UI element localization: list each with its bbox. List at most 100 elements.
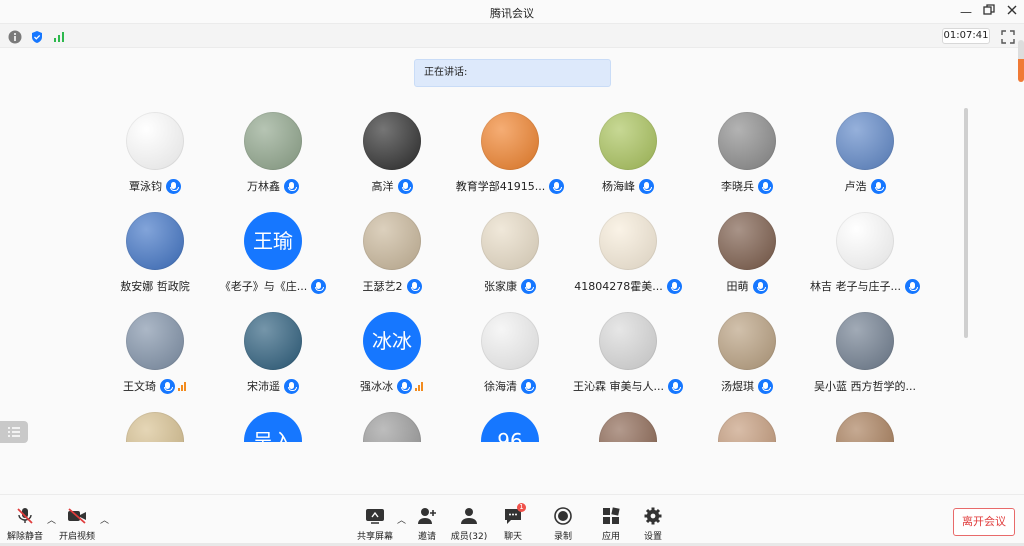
fullscreen-icon[interactable] <box>1001 29 1015 44</box>
participant-tile[interactable]: 万林鑫 <box>214 112 332 212</box>
participant-avatar <box>363 212 421 270</box>
mic-icon <box>397 378 412 394</box>
participant-avatar <box>836 412 894 442</box>
mic-icon <box>166 178 181 194</box>
mic-icon <box>549 178 565 194</box>
window-scrollbar[interactable] <box>1016 40 1024 82</box>
participant-avatar <box>126 312 184 370</box>
participant-avatar <box>126 412 184 442</box>
participant-name: 李晓兵 <box>721 180 754 193</box>
security-shield-icon[interactable] <box>30 29 44 43</box>
network-signal-icon[interactable] <box>52 29 66 43</box>
participant-name: 田萌 <box>726 280 749 293</box>
participant-tile[interactable] <box>806 412 924 442</box>
mic-icon <box>666 278 682 294</box>
participant-label: 教育学部41915... <box>451 178 569 194</box>
minimize-icon[interactable]: — <box>958 4 974 20</box>
participant-label: 李晓兵 <box>688 178 806 194</box>
participant-name: 王文琦 <box>123 380 156 393</box>
participant-label: 《老子》与《庄... <box>214 278 332 294</box>
layout-list-button[interactable] <box>0 421 28 443</box>
mic-icon <box>406 278 422 294</box>
participant-tile[interactable]: 李晓兵 <box>688 112 806 212</box>
muted-mic-icon <box>17 508 33 524</box>
mic-icon <box>905 278 920 294</box>
participant-tile[interactable]: 高洋 <box>333 112 451 212</box>
participant-name: 汤煜琪 <box>721 380 754 393</box>
status-bar: 01:07:41 <box>0 24 1024 48</box>
participant-tile[interactable]: 教育学部41915... <box>451 112 569 212</box>
video-options-chevron-icon[interactable]: ︿ <box>100 513 109 526</box>
info-icon[interactable] <box>8 29 22 44</box>
participant-tile[interactable]: 杨海峰 <box>569 112 687 212</box>
participant-tile[interactable] <box>333 412 451 442</box>
share-screen-button[interactable]: 共享屏幕 <box>354 507 396 543</box>
participant-label: 强冰冰 <box>333 378 451 394</box>
participant-label: 汤煜琪 <box>688 378 806 394</box>
participant-avatar <box>718 412 776 442</box>
participant-label: 王瑟艺2 <box>333 278 451 294</box>
participant-tile[interactable]: 覃泳钧 <box>96 112 214 212</box>
speaking-indicator: 正在讲话: <box>414 59 611 87</box>
members-button[interactable]: 成员(32) <box>448 507 490 543</box>
share-options-chevron-icon[interactable]: ︿ <box>397 513 406 526</box>
meeting-window: 腾讯会议 — 01:07:41 正在讲话: 覃泳钧 万林鑫 高洋 教育学部41915.… <box>0 0 1024 546</box>
participant-avatar: 吴入 <box>244 412 302 442</box>
title-bar: 腾讯会议 — <box>0 0 1024 24</box>
settings-button[interactable]: 设置 <box>632 507 674 543</box>
participant-tile[interactable] <box>569 412 687 442</box>
add-user-icon <box>418 508 436 524</box>
settings-label: 设置 <box>643 532 662 542</box>
apps-button[interactable]: 应用 <box>590 507 632 543</box>
unmute-button[interactable]: 解除静音 <box>4 507 46 543</box>
participant-tile[interactable]: 96 <box>451 412 569 442</box>
participant-tile[interactable]: 汤煜琪 <box>688 312 806 412</box>
participant-avatar <box>836 312 894 370</box>
participant-avatar <box>126 212 184 270</box>
participant-tile[interactable]: 41804278霍美... <box>569 212 687 312</box>
participant-name: 徐海清 <box>484 380 517 393</box>
participant-tile[interactable]: 王文琦 <box>96 312 214 412</box>
participant-label: 敖安娜 哲政院 <box>96 278 214 294</box>
audio-options-chevron-icon[interactable]: ︿ <box>47 513 56 526</box>
share-screen-label: 共享屏幕 <box>356 532 393 542</box>
participant-name: 《老子》与《庄... <box>219 280 308 293</box>
participant-tile[interactable]: 吴入 <box>214 412 332 442</box>
participant-tile[interactable]: 冰冰 强冰冰 <box>333 312 451 412</box>
start-video-button[interactable]: 开启视频 <box>56 507 98 543</box>
participant-avatar: 96 <box>481 412 539 442</box>
close-icon[interactable] <box>1004 4 1020 20</box>
participant-tile[interactable]: 张家康 <box>451 212 569 312</box>
chat-button[interactable]: 1 聊天 <box>492 503 534 543</box>
participant-label: 徐海清 <box>451 378 569 394</box>
leave-meeting-button[interactable]: 离开会议 <box>953 508 1015 536</box>
participant-avatar <box>481 312 539 370</box>
participant-tile[interactable]: 王瑜 《老子》与《庄... <box>214 212 332 312</box>
participant-tile[interactable]: 王瑟艺2 <box>333 212 451 312</box>
restore-icon[interactable] <box>981 4 997 20</box>
mic-icon <box>758 178 773 194</box>
participant-tile[interactable]: 敖安娜 哲政院 <box>96 212 214 312</box>
window-title: 腾讯会议 <box>490 7 534 20</box>
participant-tile[interactable]: 田萌 <box>688 212 806 312</box>
participant-label: 林吉 老子与庄子... <box>806 278 924 294</box>
participant-tile[interactable]: 林吉 老子与庄子... <box>806 212 924 312</box>
unmute-label: 解除静音 <box>6 532 43 542</box>
apps-label: 应用 <box>601 532 620 542</box>
participant-tile[interactable]: 王沁霖 审美与人... <box>569 312 687 412</box>
grid-scrollbar[interactable] <box>964 108 968 338</box>
participant-tile[interactable]: 吴小蓝 西方哲学的... <box>806 312 924 412</box>
participant-label: 王沁霖 审美与人... <box>569 378 687 394</box>
participant-label: 万林鑫 <box>214 178 332 194</box>
participant-tile[interactable]: 徐海清 <box>451 312 569 412</box>
participant-label: 吴小蓝 西方哲学的... <box>806 378 924 394</box>
participant-name: 王沁霖 审美与人... <box>573 380 664 393</box>
participant-tile[interactable]: 卢浩 <box>806 112 924 212</box>
invite-button[interactable]: 邀请 <box>406 507 448 543</box>
record-button[interactable]: 录制 <box>542 507 584 543</box>
mic-icon <box>668 378 683 394</box>
participant-tile[interactable] <box>688 412 806 442</box>
participant-tile[interactable] <box>96 412 214 442</box>
participant-tile[interactable]: 宋沛遥 <box>214 312 332 412</box>
participant-label: 田萌 <box>688 278 806 294</box>
